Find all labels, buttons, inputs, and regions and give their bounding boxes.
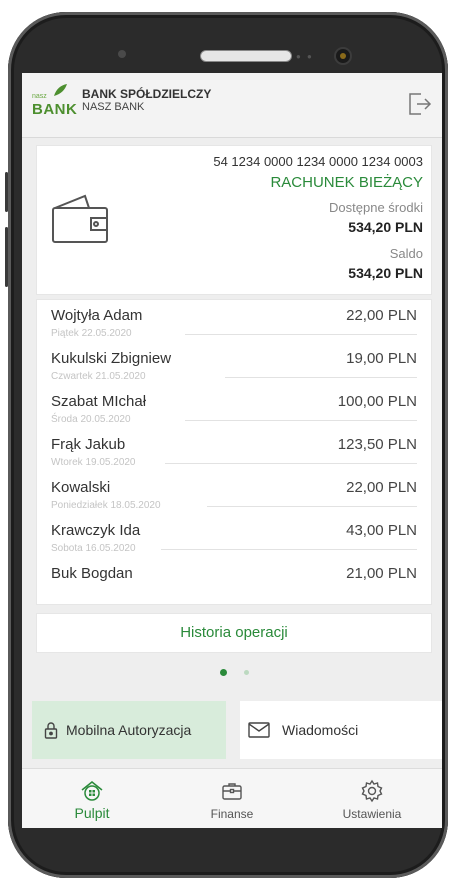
balance-value: 534,20 PLN [348, 265, 423, 281]
account-number: 54 1234 0000 1234 0000 1234 0003 [213, 154, 423, 169]
row-divider [225, 377, 417, 378]
transactions-list: Wojtyła Adam Piątek 22.05.2020 22,00 PLN… [36, 299, 432, 605]
transaction-name: Krawczyk Ida [51, 522, 141, 539]
transaction-name: Kukulski Zbigniew [51, 350, 172, 367]
lock-icon [44, 722, 58, 739]
transaction-name: Buk Bogdan [51, 565, 133, 582]
transaction-name: Szabat MIchał [51, 393, 147, 410]
available-funds-label: Dostępne środki [329, 200, 423, 215]
leaf-icon [54, 84, 67, 96]
row-divider [161, 549, 417, 550]
home-icon [81, 781, 103, 801]
transaction-row[interactable]: Frąk Jakub Wtorek 19.05.2020 123,50 PLN [37, 433, 431, 476]
transaction-date: Wtorek 19.05.2020 [51, 457, 136, 468]
messages-tile[interactable]: Wiadomości [240, 701, 442, 759]
history-button[interactable]: Historia operacji [36, 613, 432, 653]
nav-finance-label: Finanse [210, 807, 254, 821]
phone-side-button [5, 172, 8, 212]
transaction-amount: 43,00 PLN [346, 522, 417, 539]
transaction-name: Frąk Jakub [51, 436, 126, 453]
page-dot-inactive[interactable] [244, 670, 249, 675]
mobile-authorization-tile[interactable]: Mobilna Autoryzacja [32, 701, 226, 759]
messages-label: Wiadomości [282, 722, 359, 738]
bank-subtitle: NASZ BANK [82, 101, 145, 113]
nav-settings[interactable]: Ustawienia [302, 769, 442, 828]
account-card[interactable]: 54 1234 0000 1234 0000 1234 0003 RACHUNE… [36, 145, 432, 295]
transaction-row[interactable]: Szabat MIchał Środa 20.05.2020 100,00 PL… [37, 390, 431, 433]
transaction-date: Poniedziałek 18.05.2020 [51, 500, 161, 511]
app-screen: nasz BANK BANK SPÓŁDZIELCZY NASZ BANK 54… [22, 73, 442, 828]
front-camera [336, 49, 350, 63]
wallet-icon [52, 194, 108, 243]
gear-icon [361, 779, 383, 803]
transaction-amount: 19,00 PLN [346, 350, 417, 367]
row-divider [185, 334, 417, 335]
logout-icon[interactable] [406, 91, 432, 117]
transaction-name: Kowalski [51, 479, 111, 496]
transaction-row[interactable]: Wojtyła Adam Piątek 22.05.2020 22,00 PLN [37, 304, 431, 347]
row-divider [207, 506, 417, 507]
phone-speaker [200, 50, 292, 62]
briefcase-icon [222, 783, 242, 800]
logo-big-text: BANK [32, 101, 78, 118]
transaction-row[interactable]: Kukulski Zbigniew Czwartek 21.05.2020 19… [37, 347, 431, 390]
bottom-navigation: Pulpit Finanse Ustawienia [22, 768, 442, 828]
page-dot-active[interactable] [220, 669, 227, 676]
transaction-date: Środa 20.05.2020 [51, 414, 131, 425]
transaction-amount: 100,00 PLN [337, 393, 417, 410]
nav-desktop-label: Pulpit [74, 805, 110, 821]
transaction-amount: 22,00 PLN [346, 307, 417, 324]
nav-settings-label: Ustawienia [342, 807, 402, 821]
front-sensor [118, 50, 126, 58]
available-funds-value: 534,20 PLN [348, 219, 423, 235]
transaction-amount: 21,00 PLN [346, 565, 417, 582]
row-divider [165, 463, 417, 464]
speaker-dots: ● ● [296, 52, 314, 61]
mobile-authorization-label: Mobilna Autoryzacja [66, 722, 192, 738]
nav-desktop[interactable]: Pulpit [22, 769, 162, 828]
quick-actions: Mobilna Autoryzacja Wiadomości [22, 701, 442, 761]
transaction-date: Sobota 16.05.2020 [51, 543, 136, 554]
envelope-icon [248, 722, 270, 738]
page-indicator [22, 669, 442, 681]
row-divider [185, 420, 417, 421]
transaction-row[interactable]: Buk Bogdan 21,00 PLN [37, 562, 431, 605]
balance-label: Saldo [389, 246, 423, 261]
bank-logo: nasz BANK [32, 83, 78, 129]
transaction-row[interactable]: Kowalski Poniedziałek 18.05.2020 22,00 P… [37, 476, 431, 519]
logo-small-text: nasz [32, 93, 47, 100]
transaction-amount: 123,50 PLN [337, 436, 417, 453]
transaction-date: Czwartek 21.05.2020 [51, 371, 146, 382]
transaction-amount: 22,00 PLN [346, 479, 417, 496]
top-bar: nasz BANK BANK SPÓŁDZIELCZY NASZ BANK [22, 73, 442, 138]
account-type: RACHUNEK BIEŻĄCY [270, 174, 423, 191]
transaction-date: Piątek 22.05.2020 [51, 328, 132, 339]
nav-finance[interactable]: Finanse [162, 769, 302, 828]
transaction-name: Wojtyła Adam [51, 307, 143, 324]
phone-side-button [5, 227, 8, 287]
transaction-row[interactable]: Krawczyk Ida Sobota 16.05.2020 43,00 PLN [37, 519, 431, 562]
bank-name: BANK SPÓŁDZIELCZY [82, 87, 212, 101]
